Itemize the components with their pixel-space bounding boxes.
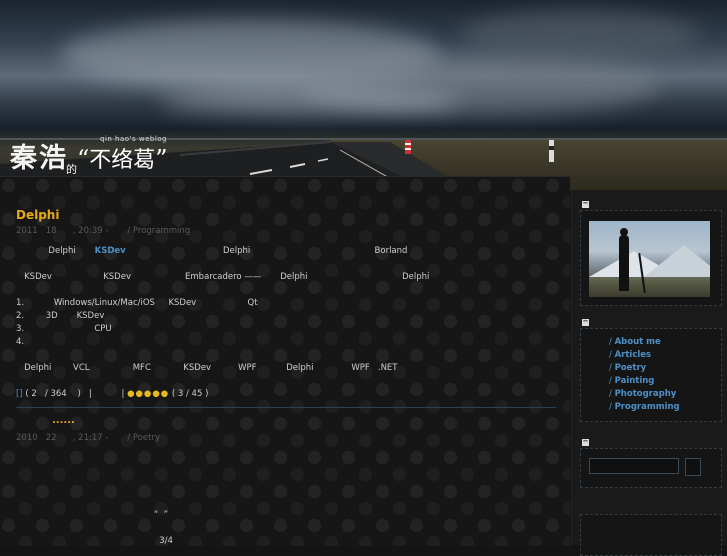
categories-widget: / About me / Articles / Poetry / Paintin… <box>580 328 722 422</box>
header-banner: 秦浩的“不络葛” qin hao's weblog <box>0 0 727 190</box>
post-footer: [] ( 2 / 364 ) | | ●●●●● ( 3 / 45 ) <box>16 389 208 399</box>
category-label: Painting <box>614 376 655 386</box>
profile-photo[interactable] <box>589 221 710 297</box>
search-widget <box>580 448 722 488</box>
post-text-line: KSDev KSDev Embarcadero —— Delphi Delphi <box>16 272 430 282</box>
category-item-photography[interactable]: / Photography <box>609 388 680 401</box>
collapse-icon[interactable]: − <box>582 438 589 446</box>
site-logo[interactable]: 秦浩的“不络葛” qin hao's weblog <box>10 135 168 176</box>
comments-count[interactable]: ( 2 / 364 ) | | <box>23 389 127 399</box>
sidebar: − − / About me / Articles / Poetry / Pai… <box>571 190 727 556</box>
category-item-programming[interactable]: / Programming <box>609 401 680 414</box>
category-label: Programming <box>614 402 680 412</box>
post-text-line: 2. 3D KSDev <box>16 311 105 321</box>
category-label: Articles <box>614 350 652 360</box>
post-title[interactable]: Delphi <box>16 208 59 222</box>
category-label: Photography <box>614 389 677 399</box>
logo-quote-open: “ <box>77 145 90 173</box>
category-item-articles[interactable]: / Articles <box>609 349 680 362</box>
category-label: About me <box>614 337 661 347</box>
rating-text: ( 3 / 45 ) <box>169 389 209 399</box>
post-divider <box>16 407 556 408</box>
logo-subtitle: qin hao's weblog <box>100 135 168 143</box>
post-text-line: 1. Windows/Linux/Mac/iOS KSDev Qt <box>16 298 258 308</box>
post-meta: 2010 22 , 21:17 - / Poetry <box>16 433 161 443</box>
cloud-shape <box>160 88 460 116</box>
post-meta: 2011 18 , 20:39 - / Programming <box>16 226 191 236</box>
text-segment: Delphi Borland <box>125 246 408 256</box>
logo-particle: 的 <box>66 163 77 176</box>
collapse-icon[interactable]: − <box>582 200 589 208</box>
mountain-shape <box>644 245 710 277</box>
post-text-line: 3. CPU <box>16 324 112 334</box>
category-item-painting[interactable]: / Painting <box>609 375 680 388</box>
ksdev-link[interactable]: KSDev <box>95 246 126 256</box>
logo-title: 不络葛 <box>89 148 156 173</box>
collapse-icon[interactable]: − <box>582 318 589 326</box>
post-text-line: “ ” <box>16 510 169 520</box>
search-input[interactable] <box>589 458 679 474</box>
sidebar-widget <box>580 514 722 556</box>
post-text-line: Delphi KSDev Delphi Borland <box>16 246 407 256</box>
rating-stars[interactable]: ●●●●● <box>127 389 169 399</box>
category-item-about-me[interactable]: / About me <box>609 336 680 349</box>
text-segment: Delphi <box>16 246 95 256</box>
post-title[interactable]: ...... <box>52 415 75 426</box>
cloud-shape <box>460 10 700 60</box>
logo-quote-close: ” <box>155 145 168 173</box>
post-text-line: Delphi VCL MFC KSDev WPF Delphi WPF .NET <box>16 363 398 373</box>
category-label: Poetry <box>614 363 647 373</box>
category-list: / About me / Articles / Poetry / Paintin… <box>609 336 680 414</box>
search-button[interactable] <box>685 458 701 476</box>
main-content: Delphi 2011 18 , 20:39 - / Programming D… <box>0 176 570 546</box>
hiker-silhouette <box>619 228 629 291</box>
post-text-line: 4. <box>16 337 25 347</box>
photo-widget <box>580 210 722 306</box>
category-item-poetry[interactable]: / Poetry <box>609 362 680 375</box>
logo-name: 秦浩 <box>10 143 68 174</box>
